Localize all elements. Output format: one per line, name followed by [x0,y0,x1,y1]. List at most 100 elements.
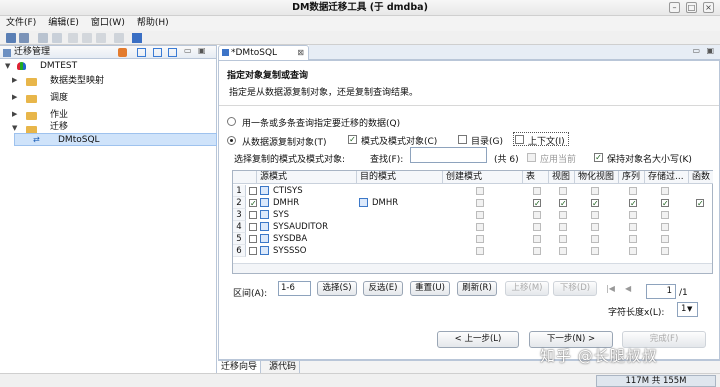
home-icon[interactable] [132,33,142,43]
export-icon[interactable] [153,48,162,57]
page-input[interactable]: 1 [646,284,676,299]
memory-indicator[interactable]: 117M 共 155M [596,375,716,387]
create-schema-checkbox[interactable] [476,187,484,195]
object-type-checkbox[interactable] [591,235,599,243]
radio-copy-objects[interactable] [227,136,236,145]
undo-icon[interactable] [38,33,48,43]
expand-arrow-icon[interactable]: ▶ [12,93,17,101]
tab-source-code[interactable]: 源代码 [266,361,301,373]
grid-header-procedure[interactable]: 存储过... [645,171,689,184]
create-schema-checkbox[interactable] [476,235,484,243]
tree-item-schedule[interactable]: 调度 [50,92,68,104]
maximize-panel-icon[interactable]: ▣ [198,46,206,55]
object-type-checkbox[interactable] [559,247,567,255]
tree-item-dmtosql[interactable]: DMtoSQL [58,134,100,146]
expand-arrow-icon[interactable]: ▶ [12,76,17,84]
save-all-icon[interactable] [19,33,29,43]
tab-dmtosql[interactable]: *DMtoSQL ⊠ [218,45,309,60]
save-icon[interactable] [6,33,16,43]
grid-header-table[interactable]: 表 [523,171,549,184]
refresh-button[interactable]: 刷新(R) [457,281,497,296]
move-down-button[interactable]: 下移(D) [553,281,597,296]
object-type-checkbox[interactable] [533,247,541,255]
menu-file[interactable]: 文件(F) [0,16,42,31]
cut-icon[interactable] [68,33,78,43]
object-type-checkbox[interactable] [661,223,669,231]
tree-item-type-mapping[interactable]: 数据类型映射 [50,75,104,87]
create-schema-checkbox[interactable] [476,211,484,219]
create-schema-checkbox[interactable] [476,199,484,207]
chevron-down-icon[interactable]: ▼ [687,305,692,313]
cell-source-schema[interactable]: DMHR [273,197,299,209]
checkbox-catalog[interactable] [458,135,467,144]
object-type-checkbox[interactable] [661,187,669,195]
close-icon[interactable]: × [703,2,714,13]
row-checkbox[interactable] [249,187,257,195]
first-page-icon[interactable]: |◀ [606,284,615,293]
object-type-checkbox[interactable] [629,235,637,243]
object-type-checkbox[interactable] [591,247,599,255]
redo-icon[interactable] [52,33,62,43]
object-type-checkbox[interactable] [661,211,669,219]
expand-arrow-icon[interactable]: ▼ [5,62,10,70]
checkbox-context[interactable] [515,135,524,144]
object-type-checkbox[interactable] [533,211,541,219]
expand-arrow-icon[interactable]: ▶ [12,110,17,118]
minimize-editor-icon[interactable]: ▭ [692,46,700,55]
object-type-checkbox[interactable] [533,223,541,231]
menu-edit[interactable]: 编辑(E) [42,16,85,31]
checkbox-apply-current[interactable] [527,153,536,162]
object-type-checkbox[interactable] [591,211,599,219]
tree-root[interactable]: DMTEST [40,60,77,72]
cell-source-schema[interactable]: CTISYS [273,185,303,197]
object-type-checkbox[interactable] [629,211,637,219]
cell-source-schema[interactable]: SYSSSO [273,245,306,257]
object-type-checkbox[interactable]: ✓ [533,199,541,208]
new-project-icon[interactable] [118,48,127,57]
select-button[interactable]: 选择(S) [317,281,357,296]
object-type-checkbox[interactable]: ✓ [591,199,599,208]
object-type-checkbox[interactable] [559,223,567,231]
function-checkbox[interactable]: ✓ [696,199,704,208]
object-type-checkbox[interactable] [661,235,669,243]
checkbox-keep-case[interactable]: ✓ [594,153,603,162]
object-type-checkbox[interactable] [533,187,541,195]
grid-header-sequence[interactable]: 序列 [619,171,645,184]
maximize-icon[interactable]: □ [686,2,697,13]
import-icon[interactable] [137,48,146,57]
radio-query[interactable] [227,117,236,126]
reset-button[interactable]: 重置(U) [410,281,450,296]
object-type-checkbox[interactable] [591,187,599,195]
grid-header-target[interactable]: 目的模式 [357,171,443,184]
tree-item-migration[interactable]: 迁移 [50,121,68,133]
cell-source-schema[interactable]: SYS [273,209,289,221]
grid-header-view[interactable]: 视图 [549,171,575,184]
paste-icon[interactable] [96,33,106,43]
back-button[interactable]: < 上一步(L) [437,331,519,348]
grid-header-mview[interactable]: 物化视图 [575,171,619,184]
object-type-checkbox[interactable] [661,247,669,255]
range-input[interactable]: 1-6 [278,281,311,296]
close-tab-icon[interactable]: ⊠ [297,46,304,60]
object-type-checkbox[interactable]: ✓ [661,199,669,208]
object-type-checkbox[interactable] [533,235,541,243]
row-checkbox[interactable] [249,235,257,243]
row-checkbox[interactable] [249,247,257,255]
object-type-checkbox[interactable] [629,187,637,195]
horizontal-scrollbar[interactable] [233,263,712,273]
grid-header-function[interactable]: 函数 [689,171,713,184]
delete-icon[interactable] [114,33,124,43]
cell-source-schema[interactable]: SYSAUDITOR [273,221,328,233]
object-type-checkbox[interactable] [559,235,567,243]
object-type-checkbox[interactable] [559,211,567,219]
object-type-checkbox[interactable] [559,187,567,195]
object-type-checkbox[interactable]: ✓ [559,199,567,208]
search-input[interactable] [410,147,487,163]
prev-page-icon[interactable]: ◀ [625,284,631,293]
create-schema-checkbox[interactable] [476,247,484,255]
invert-button[interactable]: 反选(E) [363,281,403,296]
create-schema-checkbox[interactable] [476,223,484,231]
menu-help[interactable]: 帮助(H) [131,16,175,31]
refresh-icon[interactable] [168,48,177,57]
tab-wizard[interactable]: 迁移向导 [218,361,262,373]
